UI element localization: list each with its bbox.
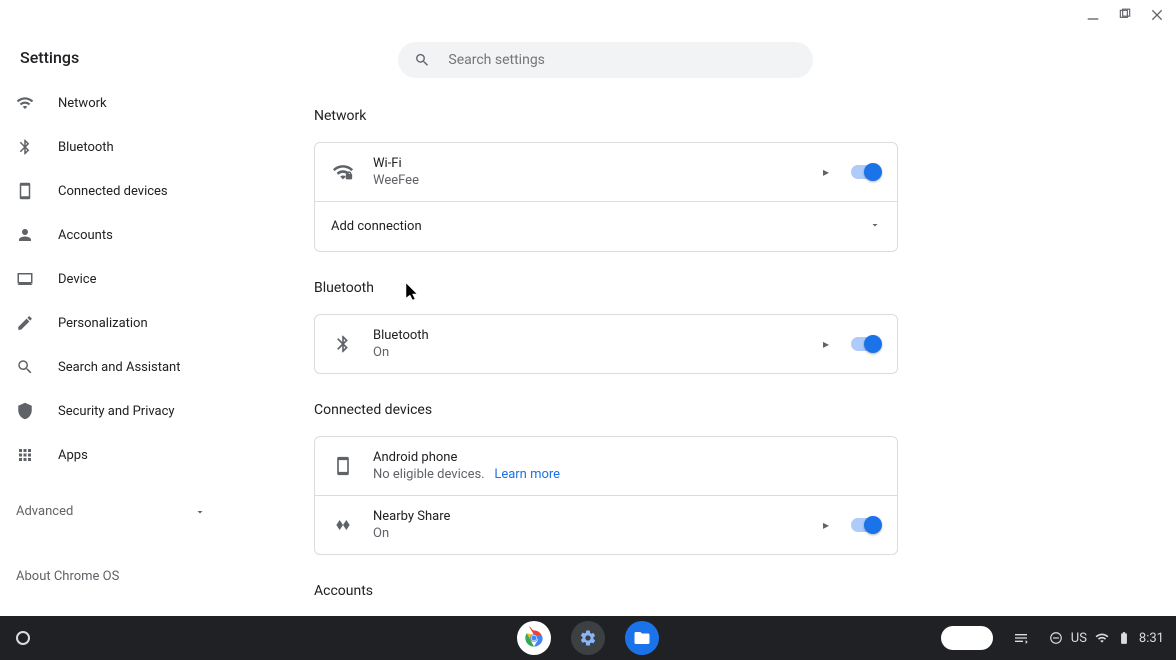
- bluetooth-card: Bluetooth On ▸: [314, 314, 898, 374]
- sidebar-item-network[interactable]: Network: [16, 90, 216, 116]
- shield-icon: [16, 402, 34, 420]
- stylus-palette[interactable]: [941, 626, 993, 650]
- launcher-button[interactable]: [16, 631, 30, 645]
- section-title-bluetooth: Bluetooth: [314, 280, 898, 296]
- bluetooth-toggle[interactable]: [851, 337, 879, 351]
- phone-icon: [331, 454, 355, 478]
- maximize-button[interactable]: [1116, 6, 1134, 24]
- phone-label: Android phone: [373, 450, 560, 465]
- ime-label: US: [1071, 631, 1087, 646]
- sidebar-item-bluetooth[interactable]: Bluetooth: [16, 134, 216, 160]
- chevron-down-icon: [194, 506, 206, 518]
- phone-status: No eligible devices. Learn more: [373, 467, 560, 482]
- sidebar-item-label: Connected devices: [58, 184, 168, 199]
- sidebar-item-label: Apps: [58, 448, 88, 463]
- status-tray[interactable]: US 8:31: [1049, 631, 1164, 646]
- wifi-label: Wi-Fi: [373, 156, 419, 171]
- advanced-label: Advanced: [16, 504, 73, 519]
- add-connection-row[interactable]: Add connection: [315, 201, 897, 251]
- sidebar-item-accounts[interactable]: Accounts: [16, 222, 216, 248]
- chevron-right-icon: ▸: [823, 518, 833, 532]
- nearby-share-row[interactable]: Nearby Share On ▸: [315, 495, 897, 554]
- sidebar-item-label: Security and Privacy: [58, 404, 175, 419]
- sidebar-item-label: Device: [58, 272, 97, 287]
- sidebar-item-connected[interactable]: Connected devices: [16, 178, 216, 204]
- chevron-right-icon: ▸: [823, 165, 833, 179]
- nearby-toggle[interactable]: [851, 518, 879, 532]
- wifi-toggle[interactable]: [851, 165, 879, 179]
- search-icon: [414, 51, 430, 69]
- nearby-status: On: [373, 526, 450, 541]
- apps-icon: [16, 446, 34, 464]
- sidebar: Network Bluetooth Connected devices Acco…: [16, 90, 216, 584]
- main-content: Network Wi-Fi WeeFee ▸ Add connection Bl…: [314, 108, 898, 612]
- tote-icon[interactable]: [1007, 624, 1035, 652]
- shelf-apps: [517, 621, 659, 655]
- search-icon: [16, 358, 34, 376]
- sidebar-item-label: Search and Assistant: [58, 360, 181, 375]
- phone-icon: [16, 182, 34, 200]
- person-icon: [16, 226, 34, 244]
- edit-icon: [16, 314, 34, 332]
- bluetooth-label: Bluetooth: [373, 328, 429, 343]
- connected-card: Android phone No eligible devices. Learn…: [314, 436, 898, 555]
- sidebar-item-apps[interactable]: Apps: [16, 442, 216, 468]
- section-title-accounts: Accounts: [314, 583, 898, 599]
- bluetooth-row[interactable]: Bluetooth On ▸: [315, 315, 897, 373]
- phone-status-text: No eligible devices.: [373, 467, 485, 482]
- files-app-icon[interactable]: [625, 621, 659, 655]
- wifi-row[interactable]: Wi-Fi WeeFee ▸: [315, 143, 897, 201]
- search-input[interactable]: [448, 52, 797, 68]
- sidebar-item-security[interactable]: Security and Privacy: [16, 398, 216, 424]
- sidebar-item-label: Accounts: [58, 228, 113, 243]
- settings-app-icon[interactable]: [571, 621, 605, 655]
- laptop-icon: [16, 270, 34, 288]
- cursor-icon: [406, 283, 420, 305]
- minimize-button[interactable]: [1084, 6, 1102, 24]
- bluetooth-status: On: [373, 345, 429, 360]
- learn-more-link[interactable]: Learn more: [494, 467, 560, 482]
- sidebar-item-search-assistant[interactable]: Search and Assistant: [16, 354, 216, 380]
- wifi-status: WeeFee: [373, 173, 419, 188]
- section-title-network: Network: [314, 108, 898, 124]
- chrome-app-icon[interactable]: [517, 621, 551, 655]
- sidebar-item-device[interactable]: Device: [16, 266, 216, 292]
- window-controls: [1084, 6, 1166, 24]
- sidebar-item-label: Personalization: [58, 316, 148, 331]
- chevron-down-icon: [869, 219, 881, 234]
- status-area[interactable]: US 8:31: [941, 624, 1164, 652]
- search-bar[interactable]: [398, 42, 813, 78]
- dnd-icon: [1049, 631, 1063, 645]
- bluetooth-icon: [331, 332, 355, 356]
- time-label: 8:31: [1139, 631, 1164, 646]
- wifi-status-icon: [1095, 631, 1109, 645]
- sidebar-item-label: Network: [58, 96, 107, 111]
- sidebar-advanced[interactable]: Advanced: [16, 504, 206, 519]
- wifi-icon: [16, 94, 34, 112]
- battery-icon: [1117, 631, 1131, 645]
- chevron-right-icon: ▸: [823, 337, 833, 351]
- android-phone-row[interactable]: Android phone No eligible devices. Learn…: [315, 437, 897, 495]
- add-connection-label: Add connection: [331, 219, 422, 234]
- close-button[interactable]: [1148, 6, 1166, 24]
- section-title-connected: Connected devices: [314, 402, 898, 418]
- network-card: Wi-Fi WeeFee ▸ Add connection: [314, 142, 898, 252]
- bluetooth-icon: [16, 138, 34, 156]
- shelf: US 8:31: [0, 616, 1176, 660]
- nearby-label: Nearby Share: [373, 509, 450, 524]
- sidebar-about[interactable]: About Chrome OS: [16, 569, 216, 584]
- nearby-share-icon: [331, 513, 355, 537]
- page-title: Settings: [20, 48, 79, 67]
- sidebar-item-personalization[interactable]: Personalization: [16, 310, 216, 336]
- sidebar-item-label: Bluetooth: [58, 140, 114, 155]
- wifi-lock-icon: [331, 160, 355, 184]
